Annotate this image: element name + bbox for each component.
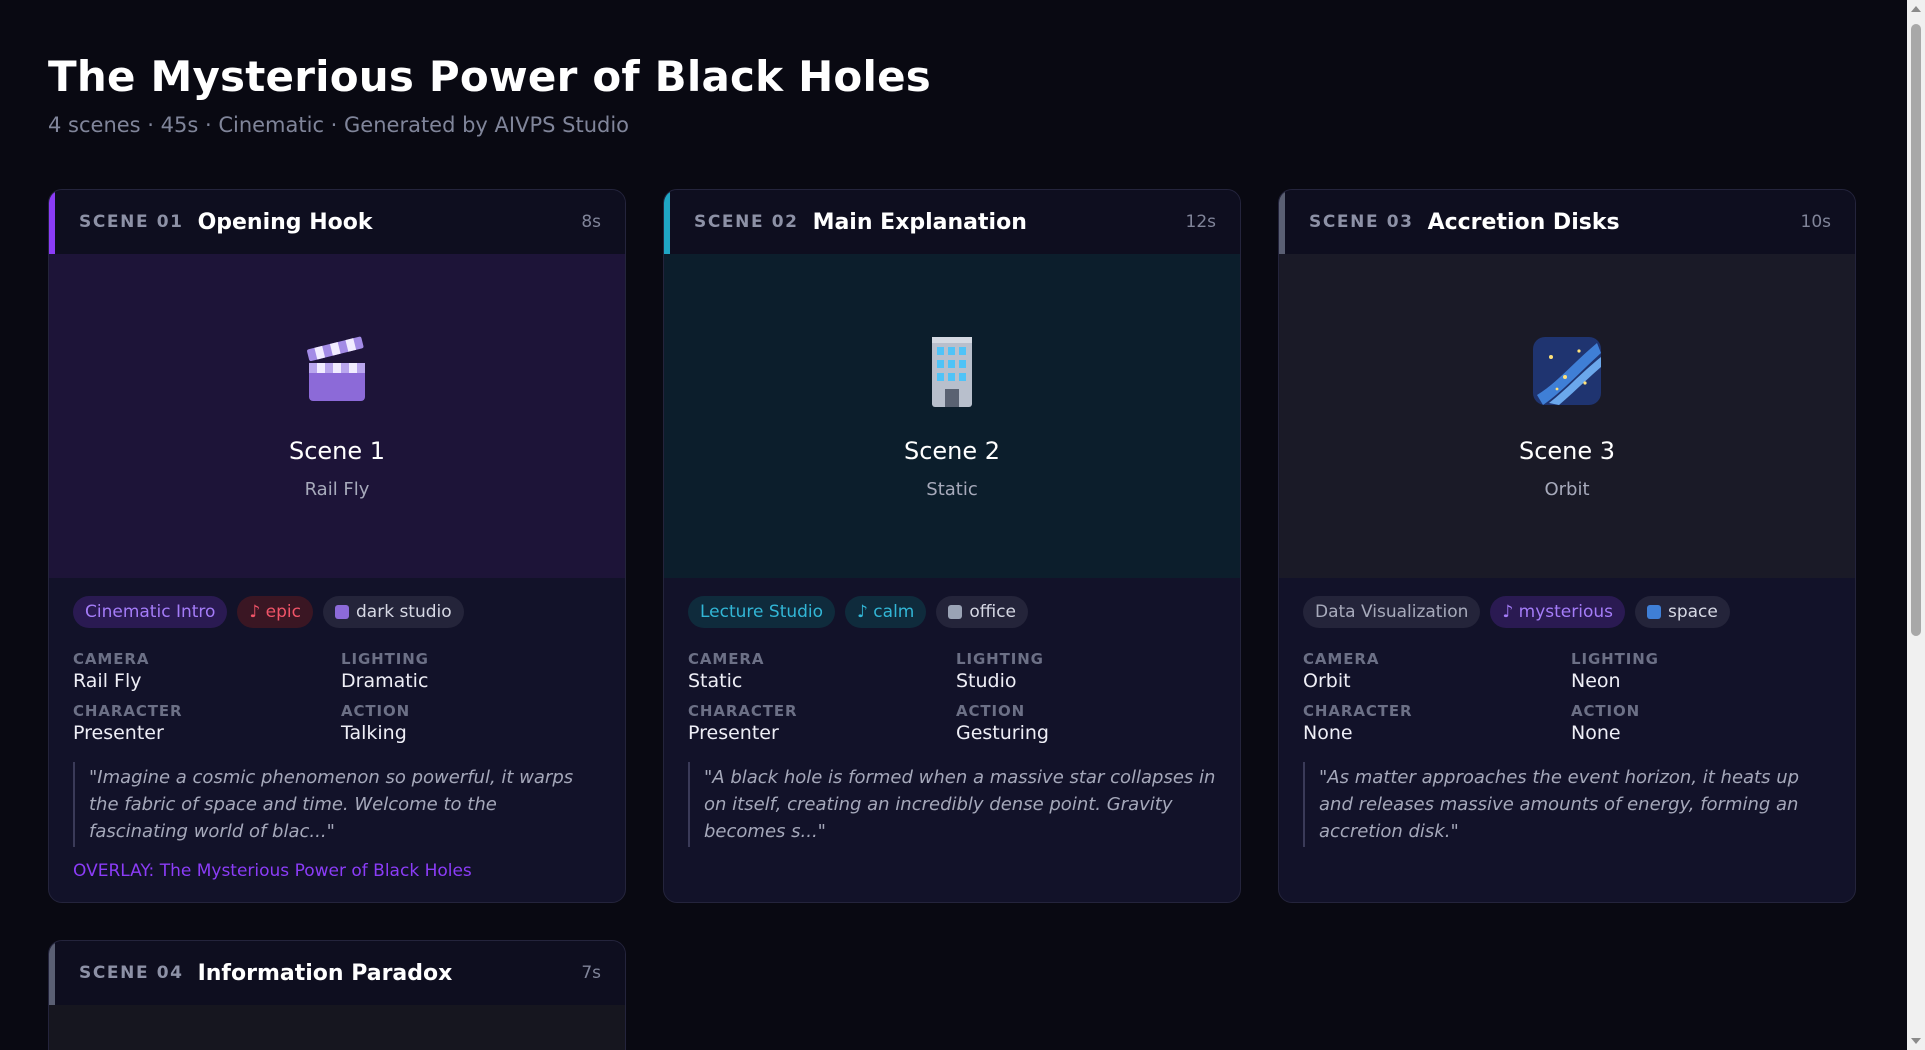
lighting-label: LIGHTING — [1571, 650, 1659, 668]
template-tag[interactable]: Lecture Studio — [688, 596, 836, 628]
scene-tags: Data Visualization ♪ mysterious space — [1303, 596, 1831, 630]
music-tag[interactable]: ♪ mysterious — [1490, 596, 1625, 628]
character-value: Presenter — [688, 722, 779, 744]
lighting-value: Neon — [1571, 670, 1621, 692]
scroll-up-button[interactable] — [1907, 0, 1925, 18]
milky-way-icon — [1646, 605, 1661, 619]
preview-title: Scene 1 — [288, 436, 386, 465]
project-subtitle: 4 scenes · 45s · Cinematic · Generated b… — [48, 113, 630, 137]
project-header: The Mysterious Power of Black Holes 4 sc… — [48, 52, 931, 137]
narration-quote: "As matter approaches the event horizon,… — [1303, 762, 1831, 847]
camera-label: CAMERA — [688, 650, 765, 668]
lighting-label: LIGHTING — [341, 650, 429, 668]
overlay-text: OVERLAY: The Mysterious Power of Black H… — [73, 861, 472, 881]
camera-value: Static — [688, 670, 743, 692]
scene-accent-bar — [49, 941, 55, 1005]
character-label: CHARACTER — [1303, 702, 1413, 720]
scene-details: Cinematic Intro ♪ epic dark studio CAMER… — [49, 578, 625, 902]
character-value: Presenter — [73, 722, 164, 744]
lighting-value: Studio — [956, 670, 1017, 692]
scene-card-header: SCENE 02 Main Explanation 12s — [664, 190, 1240, 254]
clapperboard-icon — [299, 333, 375, 409]
milky-way-icon — [1529, 333, 1605, 409]
music-tag[interactable]: ♪ epic — [237, 596, 313, 628]
scene-card-header: SCENE 03 Accretion Disks 10s — [1279, 190, 1855, 254]
preview-subtitle: Rail Fly — [304, 478, 370, 500]
scene-meta-grid: CAMERA Static LIGHTING Studio CHARACTER Pre… — [688, 650, 1216, 744]
scene-duration: 8s — [581, 212, 601, 232]
scene-number: SCENE 04 — [79, 963, 184, 983]
environment-tag-label: space — [1667, 602, 1718, 622]
scene-meta-grid: CAMERA Orbit LIGHTING Neon CHARACTER None A… — [1303, 650, 1831, 744]
scene-duration: 10s — [1800, 212, 1832, 232]
clapperboard-icon — [335, 605, 349, 619]
narration-quote: "Imagine a cosmic phenomenon so powerful… — [73, 762, 601, 847]
arrow-down-icon — [1911, 1038, 1921, 1044]
action-value: Gesturing — [956, 722, 1049, 744]
camera-label: CAMERA — [73, 650, 150, 668]
scene-card-header: SCENE 01 Opening Hook 8s — [49, 190, 625, 254]
action-label: ACTION — [956, 702, 1026, 720]
environment-tag[interactable]: dark studio — [323, 596, 464, 628]
action-label: ACTION — [1571, 702, 1641, 720]
preview-title: Scene 2 — [903, 436, 1001, 465]
office-building-icon — [914, 333, 990, 409]
scroll-down-button[interactable] — [1907, 1032, 1925, 1050]
lighting-value: Dramatic — [341, 670, 429, 692]
scene-preview[interactable]: Scene 3 Orbit — [1279, 254, 1855, 578]
scene-accent-bar — [664, 190, 670, 254]
scene-card-03[interactable]: SCENE 03 Accretion Disks 10s Scene 3 Orb… — [1278, 189, 1856, 903]
preview-subtitle: Static — [926, 478, 978, 500]
camera-value: Rail Fly — [73, 670, 142, 692]
scrollbar-thumb[interactable] — [1911, 24, 1921, 636]
scene-name: Accretion Disks — [1427, 209, 1620, 235]
environment-tag[interactable]: office — [936, 596, 1029, 628]
camera-value: Orbit — [1303, 670, 1351, 692]
scene-name: Information Paradox — [197, 960, 453, 986]
character-label: CHARACTER — [73, 702, 183, 720]
page-scrollbar[interactable] — [1907, 0, 1925, 1050]
scene-tags: Lecture Studio ♪ calm office — [688, 596, 1216, 630]
environment-tag-label: dark studio — [356, 602, 452, 622]
scene-name: Main Explanation — [812, 209, 1027, 235]
project-title: The Mysterious Power of Black Holes — [48, 52, 931, 101]
scene-preview[interactable]: Scene 1 Rail Fly — [49, 254, 625, 578]
scene-preview[interactable] — [49, 1005, 625, 1050]
scene-card-01[interactable]: SCENE 01 Opening Hook 8s Scene 1 Rail Fl… — [48, 189, 626, 903]
environment-tag[interactable]: space — [1634, 596, 1730, 628]
scene-duration: 7s — [581, 963, 601, 983]
scene-tags: Cinematic Intro ♪ epic dark studio — [73, 596, 601, 630]
scene-details: Lecture Studio ♪ calm office CAMERA Stati… — [664, 578, 1240, 873]
scene-name: Opening Hook — [197, 209, 373, 235]
action-label: ACTION — [341, 702, 411, 720]
storyboard-page: The Mysterious Power of Black Holes 4 sc… — [0, 0, 1925, 1050]
scene-meta-grid: CAMERA Rail Fly LIGHTING Dramatic CHARACTE… — [73, 650, 601, 744]
character-value: None — [1303, 722, 1353, 744]
scene-accent-bar — [1279, 190, 1285, 254]
scene-number: SCENE 02 — [694, 212, 799, 232]
music-tag[interactable]: ♪ calm — [845, 596, 927, 628]
scene-card-header: SCENE 04 Information Paradox 7s — [49, 941, 625, 1005]
preview-subtitle: Orbit — [1544, 478, 1590, 500]
camera-label: CAMERA — [1303, 650, 1380, 668]
scene-preview[interactable]: Scene 2 Static — [664, 254, 1240, 578]
arrow-up-icon — [1911, 6, 1921, 12]
scene-duration: 12s — [1185, 212, 1217, 232]
character-label: CHARACTER — [688, 702, 798, 720]
scene-accent-bar — [49, 190, 55, 254]
preview-title: Scene 3 — [1518, 436, 1616, 465]
action-value: None — [1571, 722, 1621, 744]
lighting-label: LIGHTING — [956, 650, 1044, 668]
action-value: Talking — [341, 722, 407, 744]
scene-number: SCENE 01 — [79, 212, 184, 232]
scene-card-04[interactable]: SCENE 04 Information Paradox 7s — [48, 940, 626, 1050]
environment-tag-label: office — [969, 602, 1017, 622]
narration-quote: "A black hole is formed when a massive s… — [688, 762, 1216, 847]
template-tag[interactable]: Cinematic Intro — [73, 596, 228, 628]
office-building-icon — [948, 605, 963, 619]
scene-details: Data Visualization ♪ mysterious space CA… — [1279, 578, 1855, 873]
scene-number: SCENE 03 — [1309, 212, 1414, 232]
scene-card-02[interactable]: SCENE 02 Main Explanation 12s Scene 2 St — [663, 189, 1241, 903]
template-tag[interactable]: Data Visualization — [1303, 596, 1481, 628]
